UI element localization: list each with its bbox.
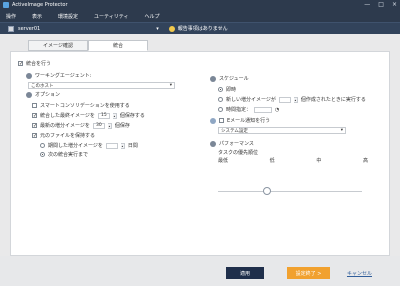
agent-icon [26, 72, 32, 79]
apply-button[interactable]: 適用 [226, 267, 264, 279]
finish-settings-button[interactable]: 設定終了 > [287, 267, 330, 279]
working-agent-select[interactable]: このホスト ▾ [28, 82, 175, 89]
chevron-down-icon: ▾ [169, 83, 172, 88]
merge-label: 統合を行う [26, 61, 52, 67]
title-bar: ActiveImage Protector — □ × [0, 0, 400, 10]
keep-full-option[interactable]: 統合した最終イメージを 15▴ 個保存する [32, 112, 145, 119]
cancel-link[interactable]: キャンセル [342, 267, 377, 279]
priority-slider-track[interactable] [218, 191, 362, 192]
next-run-radio[interactable] [40, 152, 45, 157]
keep-full-checkbox[interactable] [32, 113, 37, 118]
maximize-button[interactable]: □ [378, 1, 384, 8]
window-controls: — □ × [364, 1, 397, 8]
schedule-instant-option[interactable]: 即時 [218, 86, 236, 93]
merge-option[interactable]: 統合を行う [18, 60, 51, 67]
chevron-down-icon: ▾ [340, 128, 343, 133]
merge-checkbox[interactable] [18, 61, 23, 66]
tab-image-check[interactable]: イメージ確認 [28, 40, 88, 51]
footer-bar [0, 256, 400, 286]
keep-full-spinner[interactable]: ▴ [112, 112, 117, 119]
priority-label: タスクの優先順位 [218, 150, 259, 156]
schedule-instant-radio[interactable] [218, 87, 223, 92]
retention-days-input[interactable] [105, 142, 118, 149]
warning-icon [168, 25, 175, 32]
schedule-new-full-option[interactable]: 新しい増分イメージが ▴ 個作成されたときに実行する [218, 96, 366, 103]
email-notify-option[interactable]: Eメール通知を行う [210, 117, 270, 124]
menu-help[interactable]: ヘルプ [144, 13, 159, 20]
email-notify-checkbox[interactable] [219, 118, 224, 123]
menu-operation[interactable]: 操作 [6, 13, 16, 20]
window-title: ActiveImage Protector [12, 2, 68, 8]
keep-latest-spinner[interactable]: ▴ [107, 122, 112, 129]
tab-strip: イメージ確認 統合 [28, 40, 148, 51]
priority-high-label: 高 [362, 158, 368, 164]
minimize-button[interactable]: — [364, 1, 370, 8]
keep-latest-count[interactable]: 30 [92, 122, 105, 129]
options-section: オプション [26, 91, 60, 98]
smart-consolidation-checkbox[interactable] [32, 103, 37, 108]
tab-merge[interactable]: 統合 [88, 40, 148, 51]
priority-lowest-label: 最低 [218, 158, 229, 164]
app-logo [3, 2, 9, 8]
time-spec-input[interactable] [254, 106, 273, 113]
schedule-time-option[interactable]: 時間指定： ◔ [218, 106, 279, 113]
priority-scale-labels: 最低 低 中 高 [218, 157, 368, 164]
priority-mid-label: 中 [316, 158, 322, 164]
server-dropdown-icon[interactable]: ▾ [156, 26, 159, 32]
keep-latest-checkbox[interactable] [32, 123, 37, 128]
performance-icon [210, 140, 216, 147]
keep-original-checkbox[interactable] [32, 133, 37, 138]
menu-settings[interactable]: 環境設定 [58, 13, 78, 20]
performance-section: パフォーマンス [210, 140, 254, 147]
calendar-icon [210, 75, 216, 82]
retention-days-option[interactable]: 期間した増分イメージを ▴ 日間 [40, 142, 138, 149]
clock-icon: ◔ [275, 106, 280, 113]
server-icon [8, 25, 14, 32]
gear-icon [26, 91, 32, 98]
menu-bar: 操作 表示 環境設定 ユーティリティ ヘルプ [0, 10, 400, 22]
close-button[interactable]: × [392, 1, 397, 8]
alert-text: 報告事項はありません [177, 26, 228, 32]
retention-days-spinner[interactable]: ▴ [120, 142, 125, 149]
menu-view[interactable]: 表示 [32, 13, 42, 20]
priority-slider-handle[interactable] [263, 187, 271, 195]
next-run-option[interactable]: 次の統合実行まで [40, 151, 88, 158]
schedule-section: スケジュール [210, 75, 249, 82]
priority-low-label: 低 [269, 158, 275, 164]
schedule-time-radio[interactable] [218, 107, 223, 112]
new-full-count-spinner[interactable]: ▴ [293, 96, 298, 103]
email-notify-select[interactable]: システム設定 ▾ [218, 127, 346, 134]
working-agent-label: ワーキングエージェント: [26, 72, 91, 79]
menu-utility[interactable]: ユーティリティ [94, 13, 128, 20]
new-full-count-input[interactable] [278, 96, 291, 103]
server-name[interactable]: server01 [18, 26, 40, 32]
smart-consolidation-option[interactable]: スマートコンソリデーションを使用する [32, 102, 130, 109]
keep-latest-option[interactable]: 最新の増分イメージを 30▴ 個保存 [32, 122, 130, 129]
keep-original-option[interactable]: 元のファイルを保持する [32, 132, 95, 139]
server-bar: server01 ▾ 報告事項はありません [0, 22, 400, 34]
mail-icon [210, 117, 216, 124]
keep-full-count[interactable]: 15 [97, 112, 110, 119]
schedule-new-full-radio[interactable] [218, 97, 223, 102]
retention-days-radio[interactable] [40, 143, 45, 148]
